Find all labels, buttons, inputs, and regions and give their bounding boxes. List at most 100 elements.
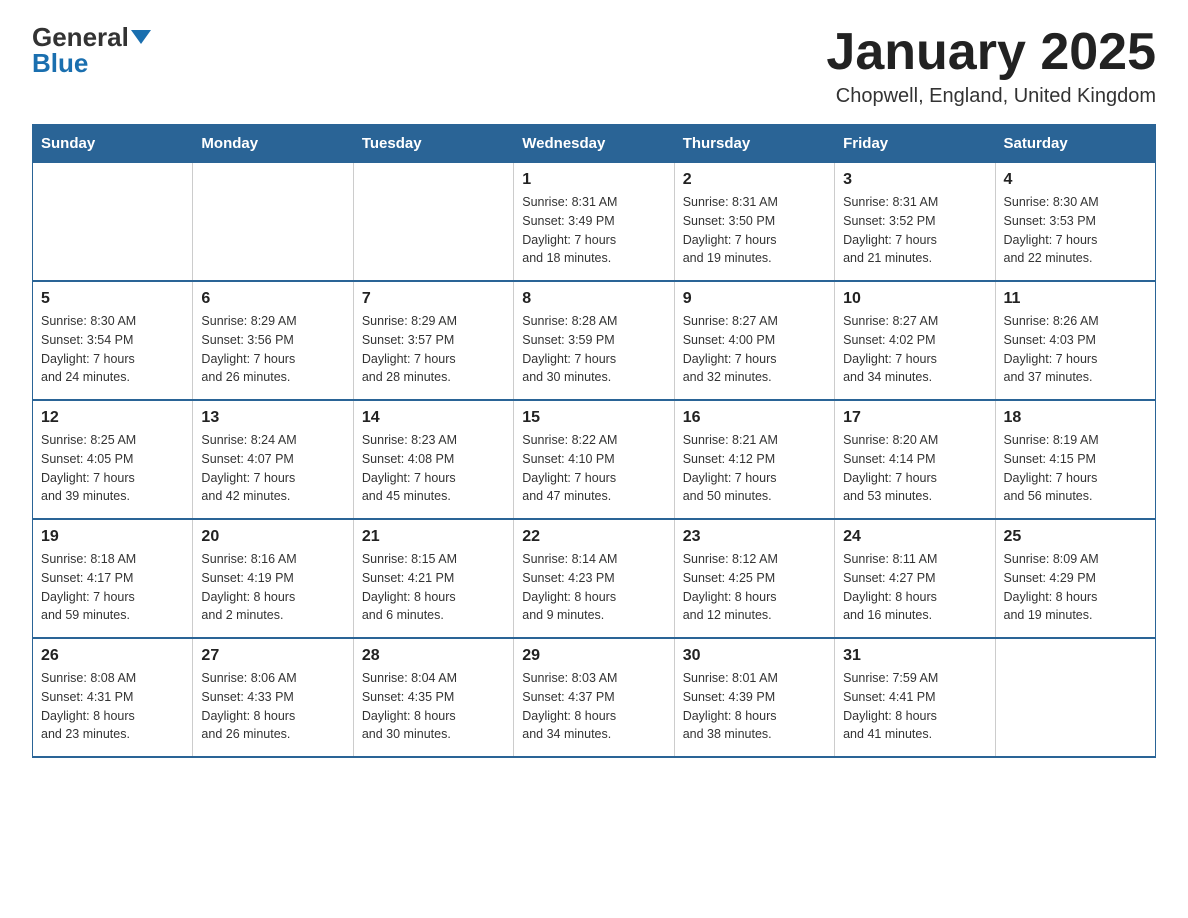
- calendar-cell: 4Sunrise: 8:30 AM Sunset: 3:53 PM Daylig…: [995, 163, 1155, 282]
- calendar-cell: 25 Sunrise: 8:09 AM Sunset: 4:29 PM Dayli…: [995, 519, 1155, 638]
- weekday-header-tuesday: Tuesday: [353, 125, 513, 163]
- calendar-cell: 19 Sunrise: 8:18 AM Sunset: 4:17 PM Dayli…: [33, 519, 193, 638]
- weekday-header-wednesday: Wednesday: [514, 125, 674, 163]
- day-number: 6: [201, 290, 344, 308]
- calendar-cell: 22 Sunrise: 8:14 AM Sunset: 4:23 PM Dayli…: [514, 519, 674, 638]
- day-number: 16: [683, 409, 826, 427]
- calendar-cell: 1 Sunrise: 8:31 AM Sunset: 3:49 PM Daylig…: [514, 163, 674, 282]
- calendar-week-row: 19 Sunrise: 8:18 AM Sunset: 4:17 PM Dayli…: [33, 519, 1156, 638]
- day-number: 18: [1004, 409, 1147, 427]
- page-title: January 2025: [826, 24, 1156, 81]
- calendar-cell: 16 Sunrise: 8:21 AM Sunset: 4:12 PM Dayli…: [674, 400, 834, 519]
- calendar-cell: 12 Sunrise: 8:25 AM Sunset: 4:05 PM Dayli…: [33, 400, 193, 519]
- logo-general-text: General: [32, 24, 129, 50]
- weekday-header-saturday: Saturday: [995, 125, 1155, 163]
- weekday-header-thursday: Thursday: [674, 125, 834, 163]
- day-info: Sunrise: 8:31 AM Sunset: 3:49 PM Dayligh…: [522, 193, 665, 268]
- day-info: Sunrise: 8:20 AM Sunset: 4:14 PM Dayligh…: [843, 431, 986, 506]
- calendar-cell: 9 Sunrise: 8:27 AM Sunset: 4:00 PM Daylig…: [674, 281, 834, 400]
- page-header: General Blue January 2025 Chopwell, Engl…: [32, 24, 1156, 108]
- day-number: 14: [362, 409, 505, 427]
- calendar-cell: 10 Sunrise: 8:27 AM Sunset: 4:02 PM Dayli…: [835, 281, 995, 400]
- day-info: Sunrise: 8:22 AM Sunset: 4:10 PM Dayligh…: [522, 431, 665, 506]
- day-info: Sunrise: 8:14 AM Sunset: 4:23 PM Dayligh…: [522, 550, 665, 625]
- calendar-cell: 11 Sunrise: 8:26 AM Sunset: 4:03 PM Dayli…: [995, 281, 1155, 400]
- title-block: January 2025 Chopwell, England, United K…: [826, 24, 1156, 108]
- day-number: 9: [683, 290, 826, 308]
- day-info: Sunrise: 8:27 AM Sunset: 4:02 PM Dayligh…: [843, 312, 986, 387]
- day-info: Sunrise: 7:59 AM Sunset: 4:41 PM Dayligh…: [843, 669, 986, 744]
- day-info: Sunrise: 8:28 AM Sunset: 3:59 PM Dayligh…: [522, 312, 665, 387]
- calendar-cell: 27 Sunrise: 8:06 AM Sunset: 4:33 PM Dayli…: [193, 638, 353, 757]
- day-number: 22: [522, 528, 665, 546]
- calendar-cell: [33, 163, 193, 282]
- day-number: 25: [1004, 528, 1147, 546]
- calendar-cell: 26Sunrise: 8:08 AM Sunset: 4:31 PM Dayli…: [33, 638, 193, 757]
- day-number: 10: [843, 290, 986, 308]
- day-info: Sunrise: 8:08 AM Sunset: 4:31 PM Dayligh…: [41, 669, 184, 744]
- calendar-cell: 14 Sunrise: 8:23 AM Sunset: 4:08 PM Dayli…: [353, 400, 513, 519]
- day-info: Sunrise: 8:25 AM Sunset: 4:05 PM Dayligh…: [41, 431, 184, 506]
- weekday-header-row: SundayMondayTuesdayWednesdayThursdayFrid…: [33, 125, 1156, 163]
- day-number: 21: [362, 528, 505, 546]
- calendar-cell: 8 Sunrise: 8:28 AM Sunset: 3:59 PM Daylig…: [514, 281, 674, 400]
- calendar-cell: 21Sunrise: 8:15 AM Sunset: 4:21 PM Dayli…: [353, 519, 513, 638]
- day-number: 2: [683, 171, 826, 189]
- calendar-cell: 13Sunrise: 8:24 AM Sunset: 4:07 PM Dayli…: [193, 400, 353, 519]
- day-info: Sunrise: 8:30 AM Sunset: 3:54 PM Dayligh…: [41, 312, 184, 387]
- day-info: Sunrise: 8:29 AM Sunset: 3:57 PM Dayligh…: [362, 312, 505, 387]
- day-info: Sunrise: 8:06 AM Sunset: 4:33 PM Dayligh…: [201, 669, 344, 744]
- day-info: Sunrise: 8:01 AM Sunset: 4:39 PM Dayligh…: [683, 669, 826, 744]
- day-info: Sunrise: 8:19 AM Sunset: 4:15 PM Dayligh…: [1004, 431, 1147, 506]
- day-number: 31: [843, 647, 986, 665]
- calendar-cell: 31 Sunrise: 7:59 AM Sunset: 4:41 PM Dayli…: [835, 638, 995, 757]
- day-number: 3: [843, 171, 986, 189]
- day-number: 8: [522, 290, 665, 308]
- weekday-header-friday: Friday: [835, 125, 995, 163]
- day-info: Sunrise: 8:29 AM Sunset: 3:56 PM Dayligh…: [201, 312, 344, 387]
- calendar-cell: 29Sunrise: 8:03 AM Sunset: 4:37 PM Dayli…: [514, 638, 674, 757]
- calendar-cell: [353, 163, 513, 282]
- day-number: 27: [201, 647, 344, 665]
- calendar-cell: [995, 638, 1155, 757]
- day-info: Sunrise: 8:03 AM Sunset: 4:37 PM Dayligh…: [522, 669, 665, 744]
- calendar-cell: 17 Sunrise: 8:20 AM Sunset: 4:14 PM Dayli…: [835, 400, 995, 519]
- calendar-cell: 30Sunrise: 8:01 AM Sunset: 4:39 PM Dayli…: [674, 638, 834, 757]
- logo: General Blue: [32, 24, 151, 76]
- day-info: Sunrise: 8:26 AM Sunset: 4:03 PM Dayligh…: [1004, 312, 1147, 387]
- logo-triangle-icon: [131, 30, 151, 44]
- calendar-cell: 5Sunrise: 8:30 AM Sunset: 3:54 PM Daylig…: [33, 281, 193, 400]
- day-number: 7: [362, 290, 505, 308]
- calendar-cell: 7 Sunrise: 8:29 AM Sunset: 3:57 PM Daylig…: [353, 281, 513, 400]
- day-info: Sunrise: 8:31 AM Sunset: 3:52 PM Dayligh…: [843, 193, 986, 268]
- day-info: Sunrise: 8:18 AM Sunset: 4:17 PM Dayligh…: [41, 550, 184, 625]
- day-info: Sunrise: 8:09 AM Sunset: 4:29 PM Dayligh…: [1004, 550, 1147, 625]
- day-info: Sunrise: 8:23 AM Sunset: 4:08 PM Dayligh…: [362, 431, 505, 506]
- calendar-cell: 24 Sunrise: 8:11 AM Sunset: 4:27 PM Dayli…: [835, 519, 995, 638]
- calendar-cell: 18 Sunrise: 8:19 AM Sunset: 4:15 PM Dayli…: [995, 400, 1155, 519]
- day-info: Sunrise: 8:27 AM Sunset: 4:00 PM Dayligh…: [683, 312, 826, 387]
- day-number: 17: [843, 409, 986, 427]
- calendar-cell: 6 Sunrise: 8:29 AM Sunset: 3:56 PM Daylig…: [193, 281, 353, 400]
- weekday-header-sunday: Sunday: [33, 125, 193, 163]
- day-number: 1: [522, 171, 665, 189]
- day-info: Sunrise: 8:31 AM Sunset: 3:50 PM Dayligh…: [683, 193, 826, 268]
- day-number: 12: [41, 409, 184, 427]
- calendar-week-row: 1 Sunrise: 8:31 AM Sunset: 3:49 PM Daylig…: [33, 163, 1156, 282]
- day-number: 11: [1004, 290, 1147, 308]
- calendar-week-row: 5Sunrise: 8:30 AM Sunset: 3:54 PM Daylig…: [33, 281, 1156, 400]
- calendar-cell: [193, 163, 353, 282]
- day-info: Sunrise: 8:11 AM Sunset: 4:27 PM Dayligh…: [843, 550, 986, 625]
- day-number: 19: [41, 528, 184, 546]
- day-number: 28: [362, 647, 505, 665]
- day-info: Sunrise: 8:16 AM Sunset: 4:19 PM Dayligh…: [201, 550, 344, 625]
- day-info: Sunrise: 8:12 AM Sunset: 4:25 PM Dayligh…: [683, 550, 826, 625]
- day-info: Sunrise: 8:24 AM Sunset: 4:07 PM Dayligh…: [201, 431, 344, 506]
- calendar-cell: 2 Sunrise: 8:31 AM Sunset: 3:50 PM Daylig…: [674, 163, 834, 282]
- day-number: 20: [201, 528, 344, 546]
- day-number: 4: [1004, 171, 1147, 189]
- day-number: 15: [522, 409, 665, 427]
- day-info: Sunrise: 8:21 AM Sunset: 4:12 PM Dayligh…: [683, 431, 826, 506]
- calendar-table: SundayMondayTuesdayWednesdayThursdayFrid…: [32, 124, 1156, 758]
- day-number: 24: [843, 528, 986, 546]
